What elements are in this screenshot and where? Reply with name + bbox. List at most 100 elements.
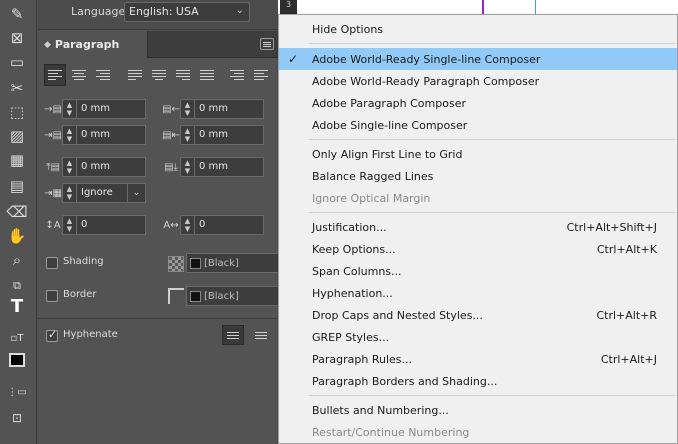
shading-checkbox[interactable] [46, 257, 58, 269]
menu-item-world-ready-single-line[interactable]: ✓ Adobe World-Ready Single-line Composer [279, 48, 677, 70]
left-indent-input[interactable]: 0 mm [76, 99, 146, 119]
hand-icon[interactable]: ✋ [6, 226, 28, 246]
first-line-indent-stepper[interactable]: ▲ ▼ [62, 125, 76, 145]
space-after-input[interactable]: 0 mm [194, 157, 264, 177]
panel-top-strip: Language: English: USA ⌄ [38, 0, 278, 30]
align-center-button[interactable] [68, 64, 90, 86]
border-swatch-select[interactable]: [Black] ⌄ [186, 286, 292, 306]
menu-item-hide-options[interactable]: Hide Options [279, 18, 677, 40]
rectangle-icon[interactable]: ▭ [6, 52, 28, 72]
shading-swatch-select[interactable]: [Black] ⌄ [186, 253, 292, 273]
space-before-stepper[interactable]: ▲ ▼ [62, 157, 76, 177]
menu-item-span-columns[interactable]: Span Columns... [279, 260, 677, 282]
menu-item-hyphenation[interactable]: Hyphenation... [279, 282, 677, 304]
view-mode-icon[interactable]: ⊡ [6, 408, 28, 428]
space-after-icon: ▤⤓ [164, 161, 178, 173]
drop-cap-chars-field: A↔ ▲ ▼ 0 [162, 215, 264, 235]
menu-item-ignore-optical-margin: Ignore Optical Margin [312, 191, 431, 205]
right-indent-stepper[interactable]: ▲ ▼ [180, 99, 194, 119]
black-swatch [190, 257, 201, 269]
menu-separator [309, 212, 675, 213]
space-before-icon: ⤒▤ [46, 161, 60, 173]
menu-item-world-ready-paragraph[interactable]: Adobe World-Ready Paragraph Composer [279, 70, 677, 92]
tab-paragraph[interactable]: ◆ Paragraph [38, 31, 148, 58]
vertical-ruler: 3 [280, 0, 297, 14]
chevron-down-icon[interactable]: ⌄ [128, 183, 146, 203]
menu-item-paragraph-borders-shading[interactable]: Paragraph Borders and Shading... [279, 370, 677, 392]
last-line-indent-input[interactable]: 0 mm [194, 125, 264, 145]
formatting-affects-text-icon[interactable]: T [6, 296, 28, 317]
border-swatch-value: [Black] [204, 290, 239, 302]
menu-item-only-align-first-line[interactable]: Only Align First Line to Grid [279, 143, 677, 165]
right-indent-input[interactable]: 0 mm [194, 99, 264, 119]
divider [38, 318, 278, 319]
align-to-grid-field: ⇥▦ ▲ ▼ Ignore ⌄ [44, 183, 146, 203]
menu-item-paragraph-composer[interactable]: Adobe Paragraph Composer [279, 92, 677, 114]
hyphenate-checkbox[interactable] [46, 328, 58, 342]
paragraph-panel-menu: Hide Options ✓ Adobe World-Ready Single-l… [278, 14, 678, 444]
justify-left-button[interactable] [124, 64, 146, 86]
language-value: English: USA [129, 5, 199, 18]
eyedropper-icon[interactable]: ⌫ [6, 202, 28, 222]
align-left-button[interactable] [44, 64, 66, 86]
checkmark-icon: ✓ [288, 52, 299, 66]
language-select[interactable]: English: USA ⌄ [124, 2, 250, 22]
shading-settings-icon[interactable] [168, 256, 184, 272]
rectangle-frame-icon[interactable]: ⊠ [6, 28, 28, 48]
last-line-indent-icon: ▤⇤ [162, 129, 180, 141]
right-indent-field: ▤← ▲ ▼ 0 mm [162, 99, 264, 119]
collapse-icon[interactable]: ◆ [44, 40, 51, 50]
menu-item-keep-options[interactable]: Keep Options... Ctrl+Alt+K [279, 238, 677, 260]
space-before-input[interactable]: 0 mm [76, 157, 146, 177]
fill-swatch-icon[interactable] [6, 350, 28, 370]
do-not-align-to-grid-button[interactable] [222, 325, 244, 345]
shading-label: Shading [63, 256, 104, 267]
panel-tab-bar: ◆ Paragraph [38, 31, 278, 58]
menu-item-justification[interactable]: Justification... Ctrl+Alt+Shift+J [279, 216, 677, 238]
paragraph-panel: Language: English: USA ⌄ ◆ Paragraph →▤ … [38, 0, 292, 444]
menu-item-balance-ragged-lines[interactable]: Balance Ragged Lines [279, 165, 677, 187]
align-to-grid-stepper[interactable]: ▲ ▼ [62, 183, 76, 203]
formatting-affects-container-icon[interactable]: ▫T [6, 328, 28, 348]
document-page[interactable] [278, 0, 678, 14]
pencil-icon[interactable]: ✎ [6, 4, 28, 24]
free-transform-icon[interactable]: ⬚ [6, 102, 28, 122]
align-right-button[interactable] [92, 64, 114, 86]
drop-cap-chars-input[interactable]: 0 [194, 215, 264, 235]
first-line-indent-field: ⇥▤ ▲ ▼ 0 mm [44, 125, 146, 145]
gradient-feather-icon[interactable]: ▦ [6, 150, 28, 170]
note-icon[interactable]: ▤ [6, 176, 28, 196]
align-to-grid-select[interactable]: Ignore [76, 183, 128, 203]
screen-mode-icon[interactable]: ⋮▭ [6, 382, 28, 402]
gradient-swatch-icon[interactable]: ▨ [6, 126, 28, 146]
first-line-indent-icon: ⇥▤ [44, 129, 62, 141]
drop-cap-chars-stepper[interactable]: ▲ ▼ [180, 215, 194, 235]
align-towards-spine-button[interactable] [226, 64, 248, 86]
language-label: Language: [71, 5, 129, 18]
border-settings-icon[interactable] [168, 288, 184, 304]
align-to-baseline-grid-button[interactable] [250, 325, 272, 345]
shading-swatch-value: [Black] [204, 257, 239, 269]
default-fill-stroke-icon[interactable]: ⧉ [6, 276, 28, 296]
space-after-stepper[interactable]: ▲ ▼ [180, 157, 194, 177]
scissors-icon[interactable]: ✂ [6, 78, 28, 98]
zoom-icon[interactable]: ⌕ [6, 250, 28, 270]
justify-all-button[interactable] [196, 64, 218, 86]
first-line-indent-input[interactable]: 0 mm [76, 125, 146, 145]
drop-cap-lines-stepper[interactable]: ▲ ▼ [62, 215, 76, 235]
align-away-from-spine-button[interactable] [250, 64, 272, 86]
border-checkbox[interactable] [46, 290, 58, 302]
menu-item-paragraph-rules[interactable]: Paragraph Rules... Ctrl+Alt+J [279, 348, 677, 370]
justify-right-button[interactable] [172, 64, 194, 86]
left-indent-stepper[interactable]: ▲ ▼ [62, 99, 76, 119]
menu-item-drop-caps-nested-styles[interactable]: Drop Caps and Nested Styles... Ctrl+Alt+R [279, 304, 677, 326]
drop-cap-lines-input[interactable]: 0 [76, 215, 146, 235]
justify-center-button[interactable] [148, 64, 170, 86]
menu-item-bullets-numbering[interactable]: Bullets and Numbering... [279, 399, 677, 421]
last-line-indent-stepper[interactable]: ▲ ▼ [180, 125, 194, 145]
drop-cap-lines-field: ↕A ▲ ▼ 0 [44, 215, 146, 235]
menu-item-single-line-composer[interactable]: Adobe Single-line Composer [279, 114, 677, 136]
panel-menu-button[interactable] [260, 38, 274, 50]
menu-item-grep-styles[interactable]: GREP Styles... [279, 326, 677, 348]
align-to-grid-icon: ⇥▦ [44, 187, 62, 199]
